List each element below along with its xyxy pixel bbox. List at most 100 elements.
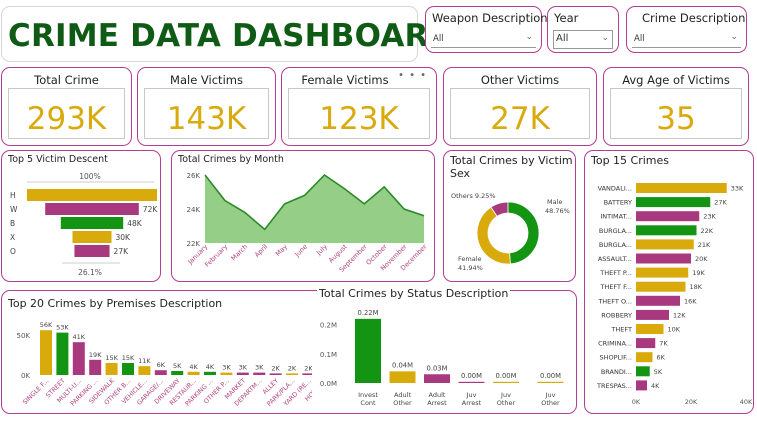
kpi-total-crime-label: Total Crime — [34, 73, 99, 87]
top15-category-label: INTIMAT... — [600, 213, 632, 221]
status-xtick-label: Arrest — [427, 399, 447, 407]
premises-data-label: 5K — [173, 362, 182, 370]
premises-bar — [286, 373, 298, 375]
top15-data-label: 5K — [654, 368, 663, 376]
top15-category-label: CRIMINA... — [598, 340, 632, 348]
premises-ytick-label: 50K — [17, 332, 31, 340]
funnel-category-label: W — [10, 205, 18, 214]
premises-data-label: 4K — [189, 363, 198, 371]
status-ytick-label: 0.0M — [320, 380, 337, 388]
top15-bar — [636, 225, 697, 236]
kpi-avg-age-value: 35 — [656, 101, 696, 137]
funnel-data-label: 72K — [143, 205, 159, 214]
status-xtick-label: Invest — [358, 391, 378, 399]
premises-bar — [105, 363, 118, 375]
top15-data-label: 23K — [703, 213, 716, 221]
top15-category-label: THEFT F... — [599, 283, 632, 291]
kpi-inner-box: 35 — [610, 88, 742, 139]
kpi-other-victims: Other Victims 27K — [443, 67, 597, 146]
premises-data-label: 4K — [206, 363, 215, 371]
kpi-female-victims-value: 123K — [319, 101, 399, 137]
premises-bar — [40, 330, 52, 375]
top15-category-label: THEFT P... — [599, 269, 632, 277]
top15-category-label: TRESPAS... — [596, 382, 632, 390]
status-xtick-label: Juv — [500, 391, 511, 399]
chevron-down-icon: ⌄ — [601, 33, 609, 43]
status-xtick-label: Other — [497, 399, 516, 407]
top15-category-label: BURGLA... — [599, 227, 632, 235]
premises-xtick-label: SINGLE F... — [22, 377, 51, 406]
premises-bar — [253, 372, 266, 375]
more-options-icon[interactable]: • • • — [398, 70, 427, 81]
kpi-male-victims-label: Male Victims — [170, 73, 243, 87]
status-xtick-label: Other — [393, 399, 412, 407]
top15-bar — [636, 338, 656, 349]
top15-data-label: 20K — [695, 255, 708, 263]
top15-data-label: 18K — [690, 283, 703, 291]
donut-label-female-pct: 41.94% — [458, 264, 483, 272]
funnel-category-label: O — [10, 247, 16, 256]
kpi-other-victims-value: 27K — [490, 101, 550, 137]
top15-xtick-label: 0K — [632, 398, 641, 406]
top15-bar — [636, 211, 700, 222]
premises-bar — [138, 366, 151, 375]
status-bar — [389, 371, 416, 383]
top15-category-label: VANDALI... — [598, 185, 632, 193]
status-data-label: 0.00M — [540, 372, 561, 380]
status-xtick-label: Adult — [394, 391, 411, 399]
premises-data-label: 15K — [122, 354, 135, 362]
premises-bar — [171, 371, 184, 375]
top15-xtick-label: 40K — [740, 398, 753, 406]
kpi-avg-age-label: Avg Age of Victims — [622, 73, 730, 87]
top15-bar — [636, 352, 653, 363]
top15-bar — [636, 183, 727, 193]
status-data-label: 0.04M — [392, 361, 413, 369]
kpi-male-victims: Male Victims 143K — [137, 67, 276, 146]
funnel-bar — [60, 217, 124, 229]
top15-data-label: 27K — [714, 199, 727, 207]
status-data-label: 0.22M — [358, 309, 379, 317]
donut-label-male-pct: 48.76% — [545, 207, 570, 215]
top15-category-label: BATTERY — [604, 199, 632, 207]
top15-data-label: 12K — [673, 311, 686, 319]
kpi-total-crime: Total Crime 293K — [1, 67, 132, 146]
premises-data-label: 11K — [138, 357, 151, 365]
month-xtick-label: May — [274, 243, 289, 258]
top15-bar — [636, 281, 686, 292]
month-ytick-label: 22K — [187, 240, 201, 248]
funnel-bar — [45, 203, 139, 215]
chart-top-15-crimes: Top 15 Crimes VANDALI... 33K BATTERY 27K INT… — [584, 150, 754, 414]
month-xtick-label: April — [253, 243, 269, 259]
status-data-label: 0.00M — [461, 372, 482, 380]
slicer-year-dropdown[interactable]: All ⌄ — [553, 30, 613, 49]
kpi-other-victims-label: Other Victims — [480, 73, 560, 87]
kpi-inner-box: 123K — [288, 88, 430, 139]
status-bar — [458, 381, 485, 383]
funnel-top-label: 100% — [79, 172, 100, 181]
slicer-year[interactable]: Year All ⌄ — [547, 6, 619, 53]
funnel-data-label: 27K — [114, 247, 130, 256]
top15-bar — [636, 239, 694, 250]
dashboard-title-card: CRIME DATA DASHBOARD — [1, 6, 454, 62]
top15-bar — [636, 267, 689, 278]
top15-bar — [636, 295, 680, 306]
status-xtick-label: Juv — [545, 391, 556, 399]
slicer-weapon[interactable]: Weapon Description All ⌄ — [425, 6, 548, 53]
premises-bar — [204, 371, 216, 375]
slicer-weapon-dropdown[interactable]: All ⌄ — [431, 30, 536, 48]
top15-category-label: SHOPLIF... — [600, 354, 632, 362]
slicer-crime-dropdown[interactable]: All ⌄ — [632, 30, 741, 48]
top15-category-label: ASSAULT... — [598, 255, 632, 263]
status-bar — [537, 381, 564, 383]
top15-category-label: THEFT O... — [597, 297, 632, 305]
dashboard-title: CRIME DATA DASHBOARD — [8, 18, 455, 54]
kpi-inner-box: 143K — [144, 88, 269, 139]
kpi-inner-box: 293K — [8, 88, 125, 139]
premises-data-label: 3K — [222, 364, 231, 372]
status-xtick-label: Adult — [429, 391, 446, 399]
slicer-crime[interactable]: Crime Description All ⌄ — [626, 6, 747, 53]
premises-data-label: 2K — [288, 364, 297, 372]
slicer-crime-label: Crime Description — [642, 11, 746, 25]
top15-data-label: 21K — [698, 241, 711, 249]
premises-bar — [56, 332, 69, 375]
